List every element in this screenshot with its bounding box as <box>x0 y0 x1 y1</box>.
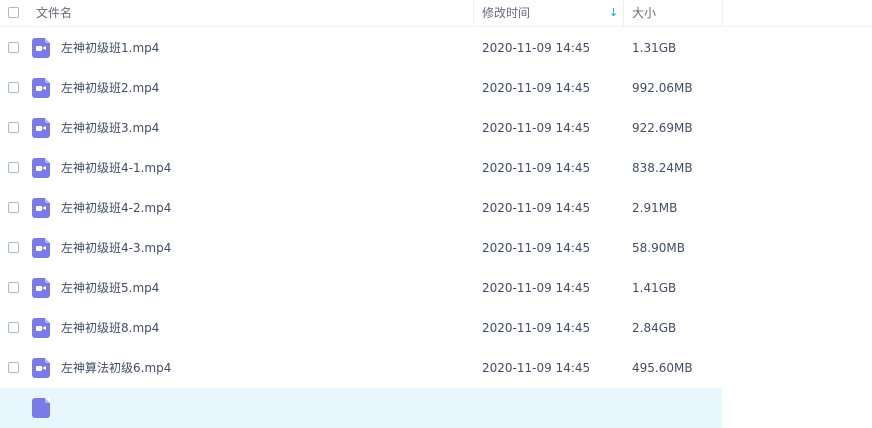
list-item-partial[interactable] <box>0 388 722 428</box>
list-item[interactable]: 左神初级班2.mp4 2020-11-09 14:45 992.06MB <box>0 68 722 108</box>
list-item[interactable]: 左神初级班4-1.mp4 2020-11-09 14:45 838.24MB <box>0 148 722 188</box>
list-item[interactable]: 左神初级班4-3.mp4 2020-11-09 14:45 58.90MB <box>0 228 722 268</box>
row-checkbox[interactable] <box>8 202 19 213</box>
video-file-icon <box>32 398 50 418</box>
video-file-icon <box>32 198 50 218</box>
file-name[interactable]: 左神初级班3.mp4 <box>61 108 159 148</box>
list-item[interactable]: 左神初级班4-2.mp4 2020-11-09 14:45 2.91MB <box>0 188 722 228</box>
list-item[interactable]: 左神初级班5.mp4 2020-11-09 14:45 1.41GB <box>0 268 722 308</box>
video-file-icon <box>32 78 50 98</box>
column-divider[interactable] <box>473 0 474 26</box>
file-size: 992.06MB <box>632 81 693 95</box>
modified-date: 2020-11-09 14:45 <box>482 161 591 175</box>
file-size: 1.31GB <box>632 41 677 55</box>
video-file-icon <box>32 38 50 58</box>
video-file-icon <box>32 238 50 258</box>
modified-date: 2020-11-09 14:45 <box>482 241 591 255</box>
list-item[interactable]: 左神算法初级6.mp4 2020-11-09 14:45 495.60MB <box>0 348 722 388</box>
video-file-icon <box>32 358 50 378</box>
file-size: 495.60MB <box>632 361 693 375</box>
file-size: 922.69MB <box>632 121 693 135</box>
video-file-icon <box>32 158 50 178</box>
video-file-icon <box>32 318 50 338</box>
row-checkbox[interactable] <box>8 122 19 133</box>
file-size: 58.90MB <box>632 241 685 255</box>
file-name[interactable]: 左神初级班2.mp4 <box>61 68 159 108</box>
modified-date: 2020-11-09 14:45 <box>482 121 591 135</box>
row-checkbox[interactable] <box>8 322 19 333</box>
modified-date: 2020-11-09 14:45 <box>482 81 591 95</box>
file-name[interactable]: 左神初级班8.mp4 <box>61 308 159 348</box>
file-size: 838.24MB <box>632 161 693 175</box>
file-name[interactable]: 左神初级班5.mp4 <box>61 268 159 308</box>
file-name[interactable]: 左神初级班4-3.mp4 <box>61 228 171 268</box>
file-size: 2.91MB <box>632 201 678 215</box>
column-header-size[interactable]: 大小 <box>632 0 656 26</box>
modified-date: 2020-11-09 14:45 <box>482 361 591 375</box>
row-checkbox[interactable] <box>8 82 19 93</box>
list-item[interactable]: 左神初级班3.mp4 2020-11-09 14:45 922.69MB <box>0 108 722 148</box>
file-list-header: 文件名 修改时间 ↓ 大小 <box>0 0 872 27</box>
modified-date: 2020-11-09 14:45 <box>482 321 591 335</box>
list-item[interactable]: 左神初级班1.mp4 2020-11-09 14:45 1.31GB <box>0 28 722 68</box>
file-name[interactable]: 左神初级班1.mp4 <box>61 28 159 68</box>
column-header-name[interactable]: 文件名 <box>36 0 72 26</box>
row-checkbox[interactable] <box>8 162 19 173</box>
video-file-icon <box>32 118 50 138</box>
modified-date: 2020-11-09 14:45 <box>482 41 591 55</box>
file-name[interactable]: 左神算法初级6.mp4 <box>61 348 171 388</box>
column-divider[interactable] <box>722 0 723 26</box>
column-header-date[interactable]: 修改时间 <box>482 0 530 26</box>
list-item[interactable]: 左神初级班8.mp4 2020-11-09 14:45 2.84GB <box>0 308 722 348</box>
row-checkbox[interactable] <box>8 362 19 373</box>
modified-date: 2020-11-09 14:45 <box>482 281 591 295</box>
row-checkbox[interactable] <box>8 42 19 53</box>
row-checkbox[interactable] <box>8 242 19 253</box>
file-name[interactable]: 左神初级班4-2.mp4 <box>61 188 171 228</box>
column-divider[interactable] <box>623 0 624 26</box>
video-file-icon <box>32 278 50 298</box>
arrow-down-icon[interactable]: ↓ <box>609 0 618 26</box>
modified-date: 2020-11-09 14:45 <box>482 201 591 215</box>
file-size: 2.84GB <box>632 321 677 335</box>
row-checkbox[interactable] <box>8 282 19 293</box>
file-size: 1.41GB <box>632 281 677 295</box>
select-all-checkbox[interactable] <box>8 7 19 18</box>
file-name[interactable]: 左神初级班4-1.mp4 <box>61 148 171 188</box>
